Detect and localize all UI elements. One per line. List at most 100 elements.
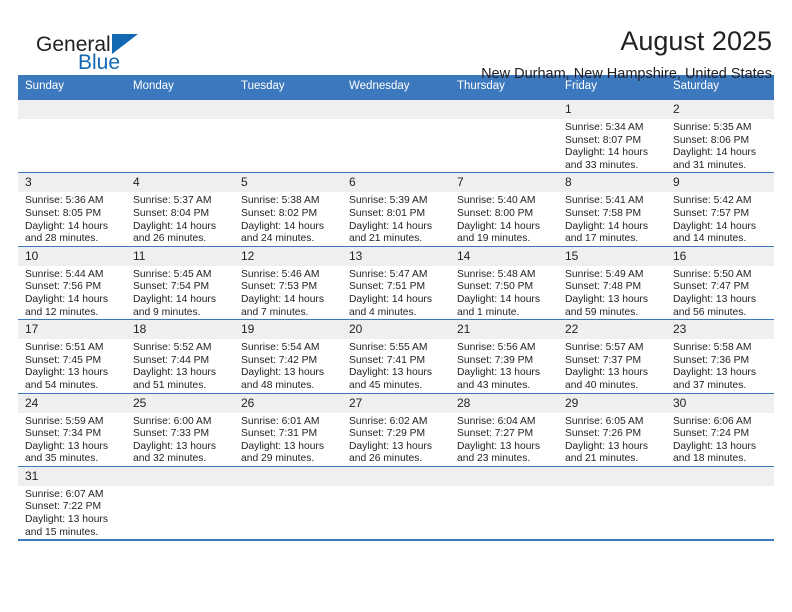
day-number: 16 <box>666 246 774 266</box>
day-details: Sunrise: 5:50 AM Sunset: 7:47 PM Daylight:… <box>666 266 774 319</box>
day-number: 7 <box>450 173 558 193</box>
daylight-text-line2: and 21 minutes. <box>349 233 423 245</box>
day-number: 9 <box>666 173 774 193</box>
daylight-text-line2: and 24 minutes. <box>241 233 315 245</box>
calendar-day-cell[interactable]: 28 Sunrise: 6:04 AM Sunset: 7:27 PM Dayligh… <box>450 392 558 467</box>
sunset-text: Sunset: 8:06 PM <box>673 134 750 146</box>
calendar-day-cell[interactable]: 17 Sunrise: 5:51 AM Sunset: 7:45 PM Dayligh… <box>18 319 126 393</box>
day-cell-inner <box>666 466 774 539</box>
day-details: Sunrise: 5:38 AM Sunset: 8:02 PM Daylight:… <box>234 192 342 245</box>
calendar-day-cell[interactable]: 3 Sunrise: 5:36 AM Sunset: 8:05 PM Daylight… <box>18 172 126 247</box>
brand-name-blue: Blue <box>78 51 121 74</box>
day-details: Sunrise: 5:45 AM Sunset: 7:54 PM Daylight:… <box>126 266 234 319</box>
day-cell-inner: 29 Sunrise: 6:05 AM Sunset: 7:26 PM Dayligh… <box>558 393 666 466</box>
sunset-text: Sunset: 7:51 PM <box>349 281 426 293</box>
sunset-text: Sunset: 7:42 PM <box>241 354 318 366</box>
sunrise-text: Sunrise: 5:40 AM <box>457 195 536 207</box>
calendar-day-cell[interactable]: 19 Sunrise: 5:54 AM Sunset: 7:42 PM Dayligh… <box>234 319 342 393</box>
calendar-day-cell[interactable]: 29 Sunrise: 6:05 AM Sunset: 7:26 PM Dayligh… <box>558 392 666 467</box>
day-number: 3 <box>18 173 126 193</box>
daylight-text-line1: Daylight: 14 hours <box>565 147 648 159</box>
calendar-empty-cell <box>18 98 126 173</box>
daylight-text-line1: Daylight: 13 hours <box>349 440 432 452</box>
sunset-text: Sunset: 7:45 PM <box>25 354 102 366</box>
calendar-body: 1 Sunrise: 5:34 AM Sunset: 8:07 PM Daylight… <box>18 98 774 540</box>
calendar-empty-cell <box>234 465 342 540</box>
sunset-text: Sunset: 7:29 PM <box>349 428 426 440</box>
day-cell-inner: 20 Sunrise: 5:55 AM Sunset: 7:41 PM Dayligh… <box>342 320 450 392</box>
sunrise-text: Sunrise: 5:49 AM <box>565 268 644 280</box>
day-cell-inner: 2 Sunrise: 5:35 AM Sunset: 8:06 PM Daylight… <box>666 100 774 172</box>
daylight-text-line1: Daylight: 13 hours <box>241 440 324 452</box>
day-details: Sunrise: 5:36 AM Sunset: 8:05 PM Daylight:… <box>18 192 126 245</box>
calendar-day-cell[interactable]: 27 Sunrise: 6:02 AM Sunset: 7:29 PM Dayligh… <box>342 392 450 467</box>
calendar-day-cell[interactable]: 1 Sunrise: 5:34 AM Sunset: 8:07 PM Daylight… <box>558 98 666 173</box>
day-cell-inner: 10 Sunrise: 5:44 AM Sunset: 7:56 PM Dayligh… <box>18 246 126 319</box>
day-number: 1 <box>558 100 666 119</box>
day-number: 20 <box>342 320 450 340</box>
day-details: Sunrise: 5:52 AM Sunset: 7:44 PM Daylight:… <box>126 339 234 392</box>
day-cell-inner: 12 Sunrise: 5:46 AM Sunset: 7:53 PM Dayligh… <box>234 246 342 319</box>
sunrise-text: Sunrise: 5:34 AM <box>565 122 644 133</box>
calendar-day-cell[interactable]: 6 Sunrise: 5:39 AM Sunset: 8:01 PM Daylight… <box>342 172 450 247</box>
day-details: Sunrise: 6:04 AM Sunset: 7:27 PM Daylight:… <box>450 413 558 466</box>
sunrise-text: Sunrise: 5:39 AM <box>349 195 428 207</box>
daylight-text-line2: and 51 minutes. <box>133 379 207 391</box>
sunset-text: Sunset: 8:02 PM <box>241 207 318 219</box>
calendar-empty-cell <box>450 98 558 173</box>
day-number <box>126 466 234 486</box>
calendar-empty-cell <box>558 465 666 540</box>
day-details: Sunrise: 6:01 AM Sunset: 7:31 PM Daylight:… <box>234 413 342 466</box>
calendar-day-cell[interactable]: 24 Sunrise: 5:59 AM Sunset: 7:34 PM Dayligh… <box>18 392 126 467</box>
day-number: 15 <box>558 246 666 266</box>
sunrise-text: Sunrise: 5:48 AM <box>457 268 536 280</box>
calendar-day-cell[interactable]: 26 Sunrise: 6:01 AM Sunset: 7:31 PM Dayligh… <box>234 392 342 467</box>
sunset-text: Sunset: 8:01 PM <box>349 207 426 219</box>
daylight-text-line2: and 35 minutes. <box>25 453 99 465</box>
day-cell-inner <box>234 466 342 539</box>
day-number: 28 <box>450 393 558 413</box>
calendar-day-cell[interactable]: 21 Sunrise: 5:56 AM Sunset: 7:39 PM Dayligh… <box>450 319 558 393</box>
day-details: Sunrise: 5:35 AM Sunset: 8:06 PM Daylight:… <box>666 119 774 172</box>
calendar-day-cell[interactable]: 8 Sunrise: 5:41 AM Sunset: 7:58 PM Daylight… <box>558 172 666 247</box>
calendar-day-cell[interactable]: 18 Sunrise: 5:52 AM Sunset: 7:44 PM Dayligh… <box>126 319 234 393</box>
calendar-day-cell[interactable]: 2 Sunrise: 5:35 AM Sunset: 8:06 PM Daylight… <box>666 98 774 173</box>
calendar-day-cell[interactable]: 11 Sunrise: 5:45 AM Sunset: 7:54 PM Dayligh… <box>126 245 234 320</box>
calendar-day-cell[interactable]: 5 Sunrise: 5:38 AM Sunset: 8:02 PM Daylight… <box>234 172 342 247</box>
sunset-text: Sunset: 7:37 PM <box>565 354 642 366</box>
calendar-day-cell[interactable]: 13 Sunrise: 5:47 AM Sunset: 7:51 PM Dayligh… <box>342 245 450 320</box>
calendar-day-cell[interactable]: 9 Sunrise: 5:42 AM Sunset: 7:57 PM Daylight… <box>666 172 774 247</box>
calendar-day-cell[interactable]: 20 Sunrise: 5:55 AM Sunset: 7:41 PM Dayligh… <box>342 319 450 393</box>
calendar-week-row: 3 Sunrise: 5:36 AM Sunset: 8:05 PM Daylight… <box>18 172 774 247</box>
day-number: 10 <box>18 246 126 266</box>
calendar-day-cell[interactable]: 30 Sunrise: 6:06 AM Sunset: 7:24 PM Dayligh… <box>666 392 774 467</box>
daylight-text-line2: and 31 minutes. <box>673 159 747 171</box>
daylight-text-line2: and 19 minutes. <box>457 233 531 245</box>
calendar-day-cell[interactable]: 22 Sunrise: 5:57 AM Sunset: 7:37 PM Dayligh… <box>558 319 666 393</box>
calendar-day-cell[interactable]: 12 Sunrise: 5:46 AM Sunset: 7:53 PM Dayligh… <box>234 245 342 320</box>
calendar-day-cell[interactable]: 25 Sunrise: 6:00 AM Sunset: 7:33 PM Dayligh… <box>126 392 234 467</box>
day-number <box>450 100 558 119</box>
day-details: Sunrise: 5:44 AM Sunset: 7:56 PM Daylight:… <box>18 266 126 319</box>
daylight-text-line2: and 33 minutes. <box>565 159 639 171</box>
sunset-text: Sunset: 7:58 PM <box>565 207 642 219</box>
day-number: 4 <box>126 173 234 193</box>
day-number: 5 <box>234 173 342 193</box>
calendar-day-cell[interactable]: 23 Sunrise: 5:58 AM Sunset: 7:36 PM Dayligh… <box>666 319 774 393</box>
calendar-day-cell[interactable]: 16 Sunrise: 5:50 AM Sunset: 7:47 PM Dayligh… <box>666 245 774 320</box>
calendar-day-cell[interactable]: 31 Sunrise: 6:07 AM Sunset: 7:22 PM Dayligh… <box>18 465 126 540</box>
calendar-day-cell[interactable]: 14 Sunrise: 5:48 AM Sunset: 7:50 PM Dayligh… <box>450 245 558 320</box>
daylight-text-line2: and 48 minutes. <box>241 379 315 391</box>
day-cell-inner: 24 Sunrise: 5:59 AM Sunset: 7:34 PM Dayligh… <box>18 393 126 466</box>
weekday-header-wednesday: Wednesday <box>342 75 450 100</box>
day-cell-inner: 1 Sunrise: 5:34 AM Sunset: 8:07 PM Daylight… <box>558 100 666 172</box>
sunrise-text: Sunrise: 6:06 AM <box>673 415 752 427</box>
calendar-day-cell[interactable]: 7 Sunrise: 5:40 AM Sunset: 8:00 PM Daylight… <box>450 172 558 247</box>
day-cell-inner: 27 Sunrise: 6:02 AM Sunset: 7:29 PM Dayligh… <box>342 393 450 466</box>
day-cell-inner <box>342 100 450 172</box>
calendar-day-cell[interactable]: 15 Sunrise: 5:49 AM Sunset: 7:48 PM Dayligh… <box>558 245 666 320</box>
calendar-day-cell[interactable]: 10 Sunrise: 5:44 AM Sunset: 7:56 PM Dayligh… <box>18 245 126 320</box>
day-details: Sunrise: 5:48 AM Sunset: 7:50 PM Daylight:… <box>450 266 558 319</box>
weekday-header-sunday: Sunday <box>18 75 126 100</box>
calendar-day-cell[interactable]: 4 Sunrise: 5:37 AM Sunset: 8:04 PM Daylight… <box>126 172 234 247</box>
